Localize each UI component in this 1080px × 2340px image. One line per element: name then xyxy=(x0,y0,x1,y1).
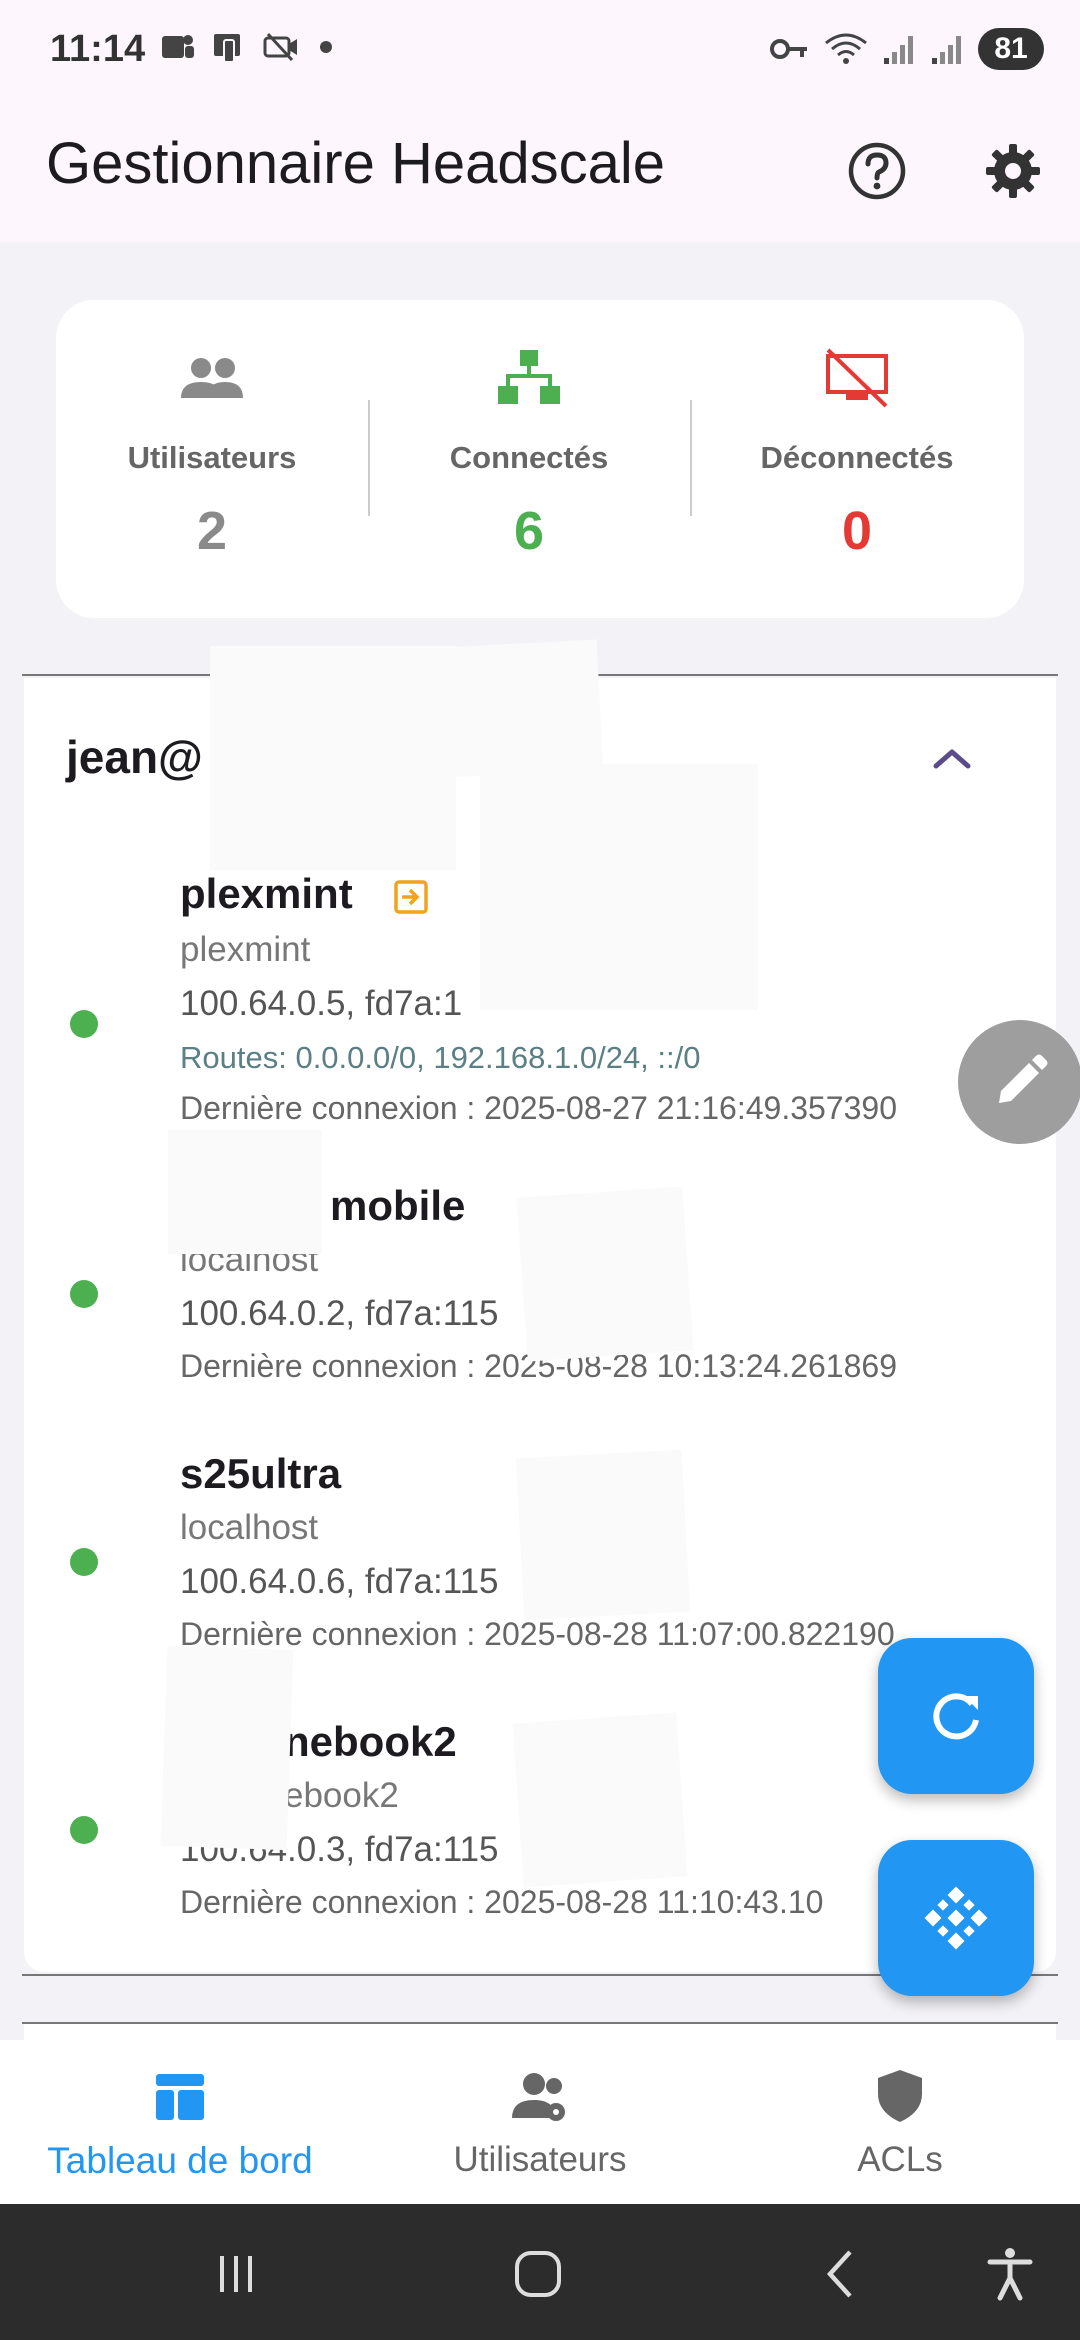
wifi-icon xyxy=(825,33,867,64)
node-last-seen: Dernière connexion : 2025-08-27 21:16:49… xyxy=(180,1090,897,1126)
home-icon[interactable] xyxy=(508,2244,568,2304)
dashboard-icon xyxy=(156,2074,204,2120)
nav-item-label: Tableau de bord xyxy=(47,2140,313,2181)
nodes-diamond-icon xyxy=(924,1886,988,1950)
status-time: 11:14 xyxy=(50,28,146,70)
online-status-dot xyxy=(70,1548,98,1576)
stat-users: Utilisateurs 2 xyxy=(56,300,368,618)
exit-node-icon xyxy=(394,880,428,914)
chevron-up-icon[interactable] xyxy=(922,738,982,778)
pencil-icon xyxy=(999,1054,1048,1103)
users-icon xyxy=(181,358,243,398)
user-manage-icon xyxy=(512,2073,565,2121)
redaction-block xyxy=(210,646,456,870)
accessibility-icon[interactable] xyxy=(980,2244,1040,2304)
refresh-button[interactable] xyxy=(878,1638,1034,1794)
notification-icons xyxy=(158,30,332,64)
status-bar: 11:14 81 xyxy=(0,0,1080,100)
redaction-block xyxy=(516,1186,694,1362)
refresh-icon xyxy=(933,1693,979,1740)
node-ips: 100.64.0.6, fd7a:115 xyxy=(180,1562,499,1601)
online-status-dot xyxy=(70,1816,98,1844)
user-name: jean@ xyxy=(66,731,203,783)
system-navigation-bar xyxy=(0,2204,1080,2340)
help-button[interactable] xyxy=(836,130,918,212)
stats-card: Utilisateurs 2 Connectés 6 Déconnectés 0 xyxy=(56,300,1024,618)
signal-2-icon xyxy=(932,36,961,64)
page-title: Gestionnaire Headscale xyxy=(46,131,666,196)
stat-connected-label: Connectés xyxy=(449,440,609,475)
nav-item-users[interactable]: Utilisateurs xyxy=(360,2040,720,2204)
online-status-dot xyxy=(70,1010,98,1038)
recent-apps-icon[interactable] xyxy=(206,2244,266,2304)
node-name: s25ultra xyxy=(180,1450,342,1497)
node-name: nebook2 xyxy=(284,1718,457,1765)
desktop-off-icon xyxy=(826,348,888,408)
redaction-block xyxy=(160,1645,294,1851)
redaction-block xyxy=(512,1712,688,1888)
stat-users-value: 2 xyxy=(196,501,228,561)
redaction-block xyxy=(515,1449,691,1621)
battery-indicator: 81 xyxy=(978,28,1044,70)
shield-icon xyxy=(878,2070,922,2122)
stat-disconnected-value: 0 xyxy=(841,501,873,561)
system-status-icons: 81 xyxy=(770,28,1044,70)
stat-connected: Connectés 6 xyxy=(368,300,690,618)
stat-connected-value: 6 xyxy=(513,501,545,561)
nav-item-dashboard[interactable]: Tableau de bord xyxy=(0,2040,360,2204)
app-bar: Gestionnaire Headscale xyxy=(0,100,1080,242)
edit-button[interactable] xyxy=(958,1020,1080,1144)
node-name: mobile xyxy=(330,1182,466,1229)
teams-notification-icon xyxy=(162,35,194,58)
node-routes: Routes: 0.0.0.0/0, 192.168.1.0/24, ::/0 xyxy=(180,1040,701,1075)
redaction-block xyxy=(168,1130,322,1254)
stat-disconnected-label: Déconnectés xyxy=(760,440,954,475)
signal-1-icon xyxy=(884,36,913,64)
online-status-dot xyxy=(70,1280,98,1308)
gear-icon xyxy=(986,144,1040,198)
redaction-block xyxy=(420,639,604,779)
node-host: plexmint xyxy=(180,930,311,969)
node-host: ebook2 xyxy=(284,1776,399,1815)
node-ips: 100.64.0.5, fd7a:1 xyxy=(180,984,463,1023)
node-host: localhost xyxy=(180,1508,319,1547)
back-icon[interactable] xyxy=(812,2244,872,2304)
redaction-block xyxy=(480,764,758,1010)
nav-item-label: ACLs xyxy=(857,2140,943,2179)
network-tree-icon xyxy=(498,350,560,404)
node-last-seen: Dernière connexion : 2025-08-28 11:10:43… xyxy=(180,1884,824,1920)
network-map-button[interactable] xyxy=(878,1840,1034,1996)
device-notification-icon xyxy=(214,34,240,63)
node-name: plexmint xyxy=(180,870,353,917)
settings-button[interactable] xyxy=(972,130,1054,212)
vpn-key-icon xyxy=(770,39,807,59)
bottom-navigation: Tableau de bord Utilisateurs ACLs xyxy=(0,2040,1080,2204)
stat-users-label: Utilisateurs xyxy=(127,440,297,475)
nav-item-label: Utilisateurs xyxy=(453,2140,627,2179)
more-notifications-dot xyxy=(320,41,332,53)
camera-off-notification-icon xyxy=(263,32,297,62)
stat-disconnected: Déconnectés 0 xyxy=(690,300,1024,618)
node-last-seen: Dernière connexion : 2025-08-28 11:07:00… xyxy=(180,1616,895,1652)
nav-item-acls[interactable]: ACLs xyxy=(720,2040,1080,2204)
help-icon xyxy=(848,142,906,200)
node-ips: 100.64.0.2, fd7a:115 xyxy=(180,1294,499,1333)
